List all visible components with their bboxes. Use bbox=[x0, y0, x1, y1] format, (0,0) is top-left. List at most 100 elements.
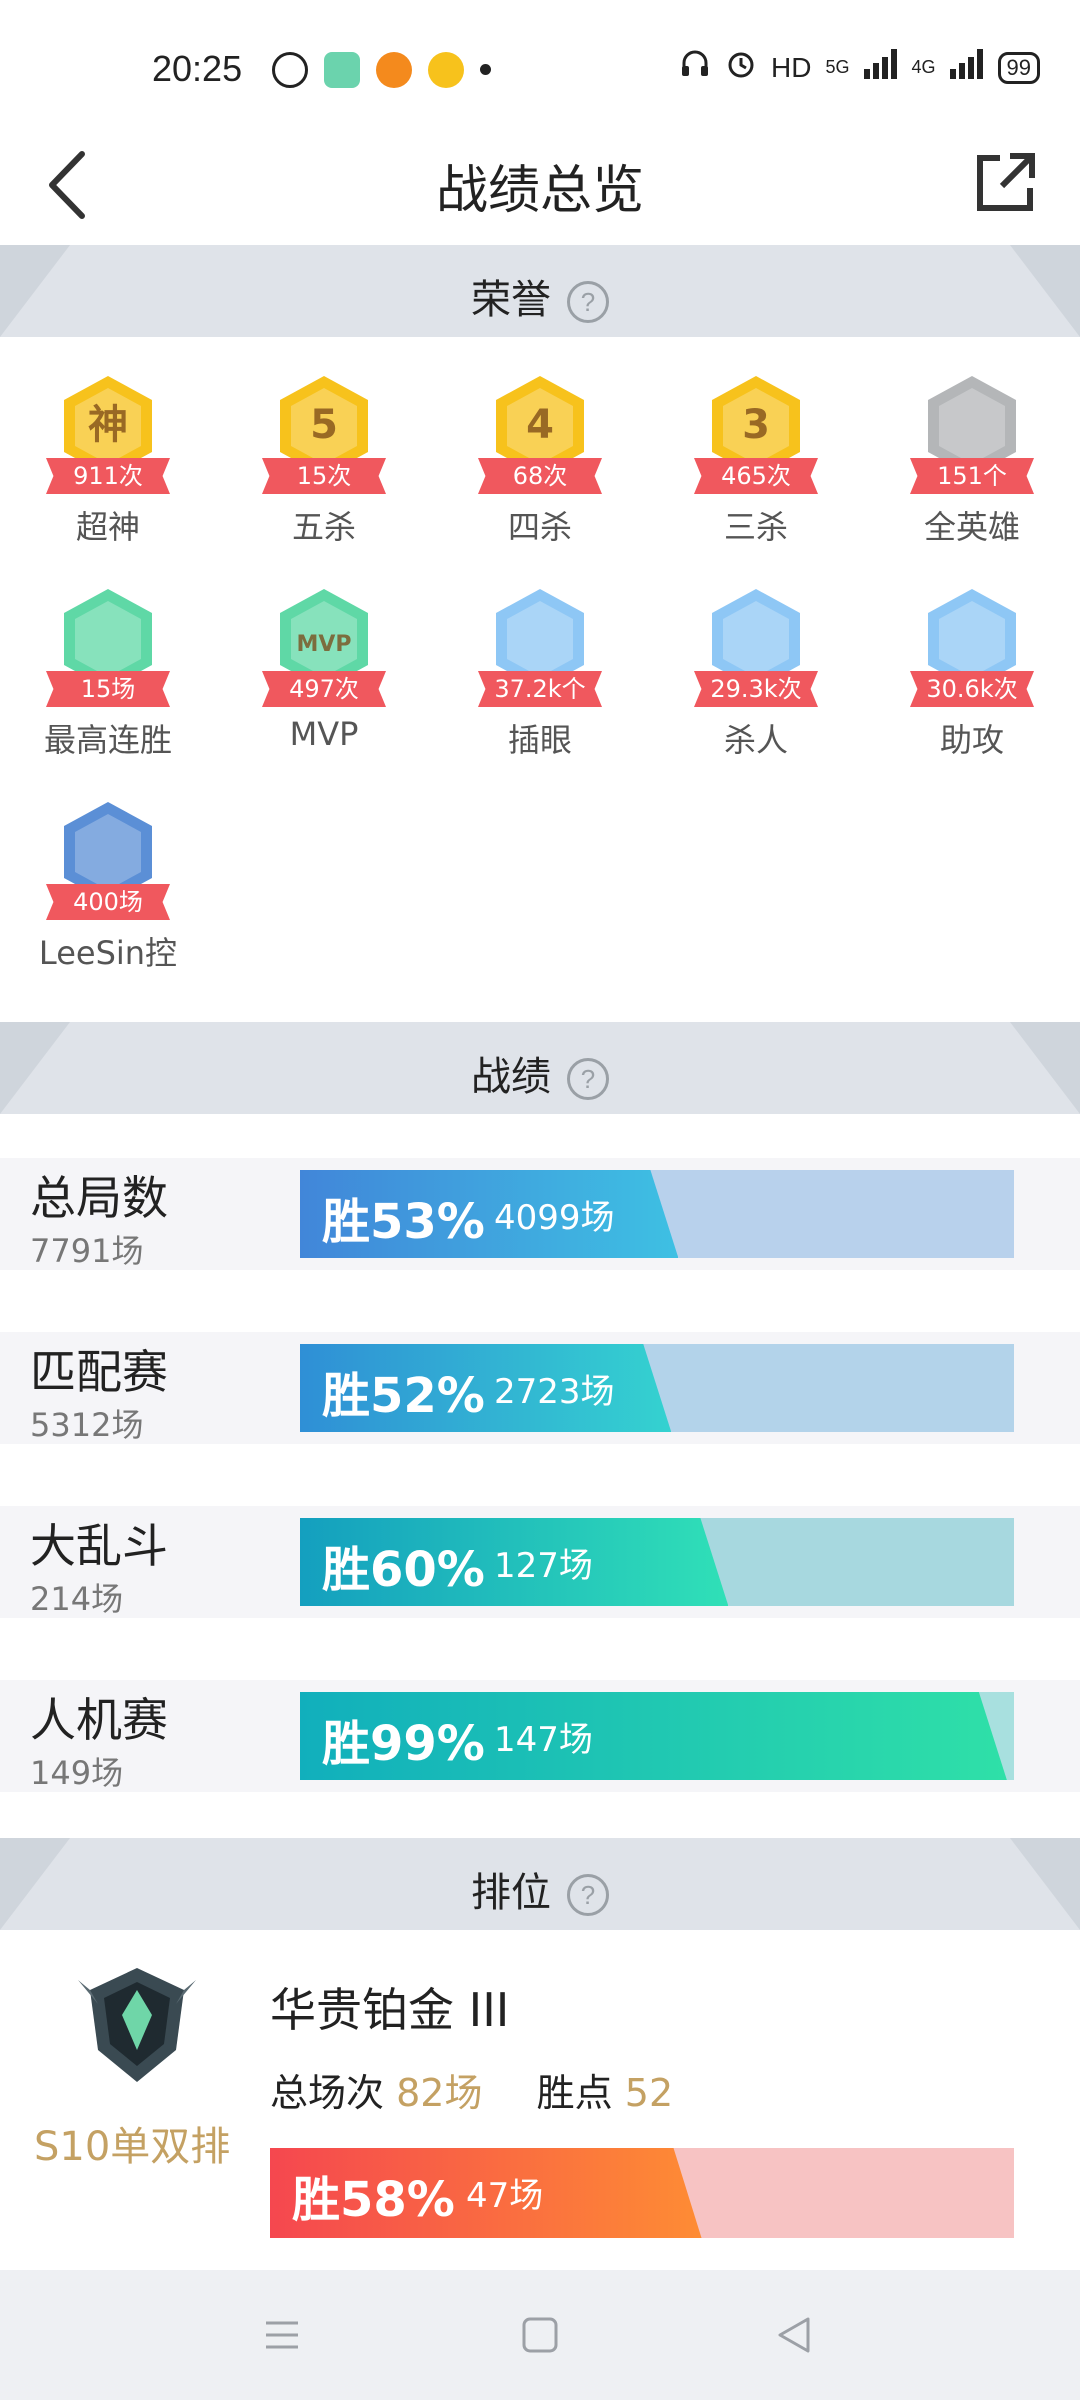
status-time: 20:25 bbox=[152, 48, 243, 89]
ranked-tier: 华贵铂金 III bbox=[270, 1983, 510, 2037]
wins-text: 4099场 bbox=[494, 1198, 615, 1238]
honor-count: 29.3k次 bbox=[694, 671, 818, 707]
alarm-icon bbox=[725, 48, 757, 87]
page-title: 战绩总览 bbox=[435, 161, 644, 221]
status-bar: 20:25 HD 5G 4G 99 bbox=[0, 0, 1080, 130]
honor-label: 杀人 bbox=[723, 721, 788, 759]
honor-count: 911次 bbox=[46, 458, 170, 494]
badge-text: 3 bbox=[742, 402, 770, 448]
headphone-icon bbox=[679, 48, 711, 87]
honor-label: 三杀 bbox=[723, 508, 788, 546]
share-icon[interactable] bbox=[970, 148, 1040, 218]
section-header-record: 战绩? bbox=[0, 1022, 1080, 1114]
stat-total-games: 214场 bbox=[30, 1580, 124, 1618]
wins-text: 127场 bbox=[494, 1546, 593, 1586]
notes-app-icon bbox=[324, 52, 360, 88]
honor-label: 助攻 bbox=[939, 721, 1004, 759]
honor-count: 151个 bbox=[910, 458, 1034, 494]
signal-4g-label: 4G bbox=[911, 57, 936, 77]
honor-item[interactable]: MVP 497次 MVP bbox=[234, 575, 414, 775]
signal-4g-icon bbox=[949, 49, 984, 86]
winrate-text: 胜53% bbox=[322, 1194, 485, 1250]
ranked-points-value: 52 bbox=[624, 2071, 674, 2115]
section-title-honors: 荣誉 bbox=[471, 277, 551, 323]
ranked-points-label: 胜点 bbox=[536, 2071, 613, 2115]
ranked-winrate-text: 胜58% bbox=[292, 2172, 455, 2228]
stat-row[interactable]: 匹配赛 5312场 胜52% 2723场 bbox=[0, 1332, 1080, 1444]
badge-text: 5 bbox=[310, 402, 338, 448]
help-icon[interactable]: ? bbox=[567, 1058, 609, 1100]
menu-icon[interactable] bbox=[262, 2315, 302, 2355]
honor-item[interactable]: 4 68次 四杀 bbox=[450, 362, 630, 562]
signal-5g-label: 5G bbox=[825, 57, 850, 77]
honor-item[interactable]: 151个 全英雄 bbox=[882, 362, 1062, 562]
ranked-summary: 总场次 82场 胜点 52 bbox=[270, 2062, 673, 2117]
honor-label: LeeSin控 bbox=[38, 934, 178, 972]
signal-5g-icon bbox=[863, 49, 898, 86]
winrate-bar: 胜53% 4099场 bbox=[300, 1170, 1014, 1258]
weibo-app-icon bbox=[272, 52, 308, 88]
winrate-text: 胜60% bbox=[322, 1542, 485, 1598]
wins-text: 147场 bbox=[494, 1720, 593, 1760]
rank-emblem-icon bbox=[72, 1960, 202, 2090]
winrate-text: 胜52% bbox=[322, 1368, 485, 1424]
honor-item[interactable]: 37.2k个 插眼 bbox=[450, 575, 630, 775]
app-header: 战绩总览 bbox=[0, 130, 1080, 245]
section-header-honors: 荣誉? bbox=[0, 245, 1080, 337]
honor-item[interactable]: 400场 LeeSin控 bbox=[18, 788, 198, 988]
honor-count: 15场 bbox=[46, 671, 170, 707]
stat-row[interactable]: 大乱斗 214场 胜60% 127场 bbox=[0, 1506, 1080, 1618]
ranked-card[interactable]: S10单双排 华贵铂金 III 总场次 82场 胜点 52 胜58% 47场 bbox=[0, 1930, 1080, 2270]
help-icon[interactable]: ? bbox=[567, 281, 609, 323]
badge-text: 4 bbox=[526, 402, 554, 448]
section-title-ranked: 排位 bbox=[471, 1870, 551, 1916]
section-title-record: 战绩 bbox=[471, 1054, 551, 1100]
ranked-queue-name: S10单双排 bbox=[34, 2124, 231, 2170]
back-nav-icon[interactable] bbox=[774, 2315, 814, 2355]
honor-count: 30.6k次 bbox=[910, 671, 1034, 707]
status-right-group: HD 5G 4G 99 bbox=[679, 48, 1040, 87]
help-icon[interactable]: ? bbox=[567, 1874, 609, 1916]
badge-text: 神 bbox=[88, 402, 128, 448]
honor-count: 465次 bbox=[694, 458, 818, 494]
battery-indicator: 99 bbox=[997, 51, 1040, 84]
pet-app-icon bbox=[428, 52, 464, 88]
winrate-bar: 胜60% 127场 bbox=[300, 1518, 1014, 1606]
honor-item[interactable]: 30.6k次 助攻 bbox=[882, 575, 1062, 775]
system-navigation-bar bbox=[0, 2270, 1080, 2400]
stat-mode-name: 总局数 bbox=[30, 1171, 168, 1225]
stat-mode-name: 人机赛 bbox=[30, 1693, 168, 1747]
stat-total-games: 5312场 bbox=[30, 1406, 144, 1444]
ranked-wins-text: 47场 bbox=[466, 2176, 544, 2216]
stat-mode-name: 匹配赛 bbox=[30, 1345, 168, 1399]
taobao-app-icon bbox=[376, 52, 412, 88]
stat-row[interactable]: 总局数 7791场 胜53% 4099场 bbox=[0, 1158, 1080, 1270]
winrate-bar: 胜99% 147场 bbox=[300, 1692, 1014, 1780]
wins-text: 2723场 bbox=[494, 1372, 615, 1412]
notification-dot-icon bbox=[480, 64, 491, 75]
honor-count: 497次 bbox=[262, 671, 386, 707]
home-icon[interactable] bbox=[520, 2315, 560, 2355]
honor-label: 插眼 bbox=[507, 721, 572, 759]
honor-count: 68次 bbox=[478, 458, 602, 494]
honor-item[interactable]: 15场最高连胜 bbox=[18, 575, 198, 775]
stat-total-games: 7791场 bbox=[30, 1232, 144, 1270]
honor-label: 五杀 bbox=[291, 508, 356, 546]
honor-item[interactable]: 神 911次 超神 bbox=[18, 362, 198, 562]
stat-total-games: 149场 bbox=[30, 1754, 124, 1792]
honor-label: MVP bbox=[289, 715, 359, 753]
winrate-bar: 胜52% 2723场 bbox=[300, 1344, 1014, 1432]
stat-row[interactable]: 人机赛 149场 胜99% 147场 bbox=[0, 1680, 1080, 1792]
honor-count: 400场 bbox=[46, 884, 170, 920]
honor-item[interactable]: 29.3k次 杀人 bbox=[666, 575, 846, 775]
ranked-total-label: 总场次 bbox=[270, 2071, 385, 2115]
section-header-ranked: 排位? bbox=[0, 1838, 1080, 1930]
hd-indicator: HD bbox=[771, 51, 812, 83]
honor-item[interactable]: 3 465次三杀 bbox=[666, 362, 846, 562]
honor-item[interactable]: 5 15次五杀 bbox=[234, 362, 414, 562]
ranked-winrate-bar: 胜58% 47场 bbox=[270, 2148, 1014, 2238]
badge-text: MVP bbox=[296, 632, 351, 657]
honor-label: 最高连胜 bbox=[43, 721, 172, 759]
ranked-total-value: 82场 bbox=[396, 2071, 483, 2115]
honor-count: 15次 bbox=[262, 458, 386, 494]
